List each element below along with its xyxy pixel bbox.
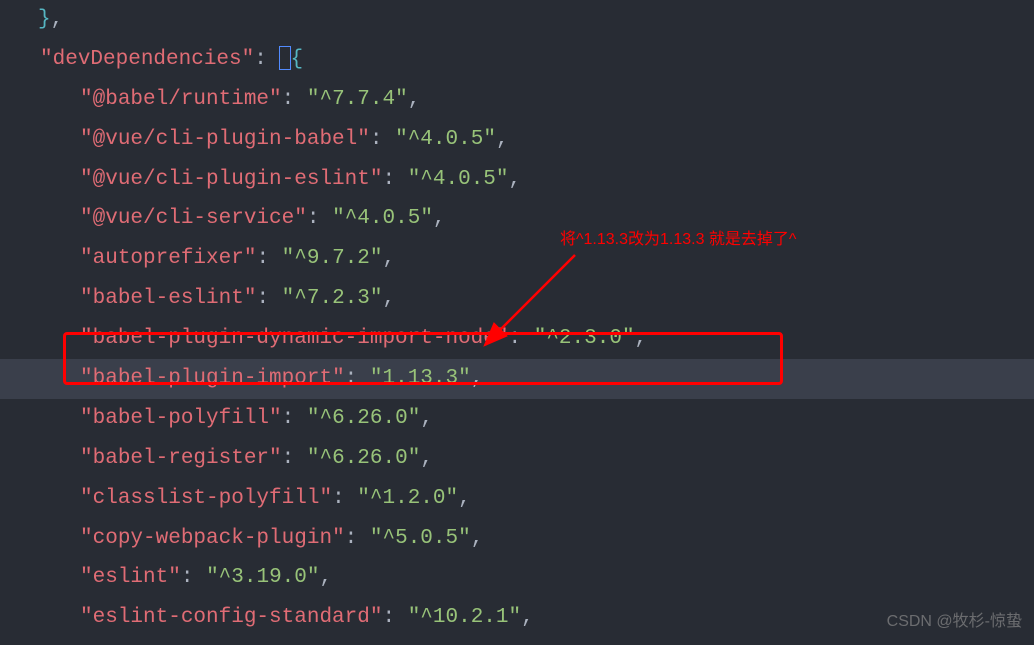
code-editor[interactable]: }, "devDependencies": { "@babel/runtime"… — [0, 0, 1034, 638]
json-key: "babel-plugin-dynamic-import-node" — [80, 327, 508, 350]
annotation-text: 将^1.13.3改为1.13.3 就是去掉了^ — [560, 225, 796, 255]
code-line: "autoprefixer": "^9.7.2", — [20, 239, 1034, 279]
json-key: "@vue/cli-plugin-babel" — [80, 128, 370, 151]
code-line: "babel-plugin-dynamic-import-node": "^2.… — [20, 319, 1034, 359]
json-key: "@vue/cli-service" — [80, 207, 307, 230]
json-value: "^4.0.5" — [408, 168, 509, 191]
json-value: "^5.0.5" — [370, 527, 471, 550]
json-key: "@babel/runtime" — [80, 88, 282, 111]
json-key: "eslint-config-standard" — [80, 606, 382, 629]
code-line: "babel-eslint": "^7.2.3", — [20, 279, 1034, 319]
json-value: "^2.3.0" — [534, 327, 635, 350]
json-key: "classlist-polyfill" — [80, 487, 332, 510]
json-value: "^6.26.0" — [307, 407, 420, 430]
json-value: "^10.2.1" — [408, 606, 521, 629]
json-value: "^4.0.5" — [395, 128, 496, 151]
code-line: "classlist-polyfill": "^1.2.0", — [20, 479, 1034, 519]
json-value: "^3.19.0" — [206, 566, 319, 589]
code-line: "babel-polyfill": "^6.26.0", — [20, 399, 1034, 439]
code-line: "copy-webpack-plugin": "^5.0.5", — [20, 519, 1034, 559]
code-line: "@vue/cli-plugin-eslint": "^4.0.5", — [20, 160, 1034, 200]
code-line: "@babel/runtime": "^7.7.4", — [20, 80, 1034, 120]
json-key: "babel-plugin-import" — [80, 367, 345, 390]
json-key: "copy-webpack-plugin" — [80, 527, 345, 550]
watermark: CSDN @牧杉-惊蛰 — [887, 607, 1022, 637]
code-line: "devDependencies": { — [20, 40, 1034, 80]
json-key: "eslint" — [80, 566, 181, 589]
close-brace: } — [38, 8, 51, 31]
code-line: }, — [20, 0, 1034, 40]
json-value: "^6.26.0" — [307, 447, 420, 470]
json-value: "^1.2.0" — [357, 487, 458, 510]
code-line: "@vue/cli-plugin-babel": "^4.0.5", — [20, 120, 1034, 160]
json-value: "^4.0.5" — [332, 207, 433, 230]
json-key: "autoprefixer" — [80, 247, 256, 270]
json-key: "babel-register" — [80, 447, 282, 470]
json-value: "^9.7.2" — [282, 247, 383, 270]
json-key: "devDependencies" — [40, 48, 254, 71]
json-key: "babel-eslint" — [80, 287, 256, 310]
json-key: "babel-polyfill" — [80, 407, 282, 430]
code-line: "eslint": "^3.19.0", — [20, 558, 1034, 598]
json-value: "^7.2.3" — [282, 287, 383, 310]
code-line: "@vue/cli-service": "^4.0.5", — [20, 199, 1034, 239]
json-key: "@vue/cli-plugin-eslint" — [80, 168, 382, 191]
json-value: "1.13.3" — [370, 367, 471, 390]
code-line: "eslint-config-standard": "^10.2.1", — [20, 598, 1034, 638]
code-line: "babel-register": "^6.26.0", — [20, 439, 1034, 479]
json-value: "^7.7.4" — [307, 88, 408, 111]
highlighted-line: "babel-plugin-import": "1.13.3", — [0, 359, 1034, 399]
code-line: "babel-plugin-import": "1.13.3", — [20, 359, 1034, 399]
